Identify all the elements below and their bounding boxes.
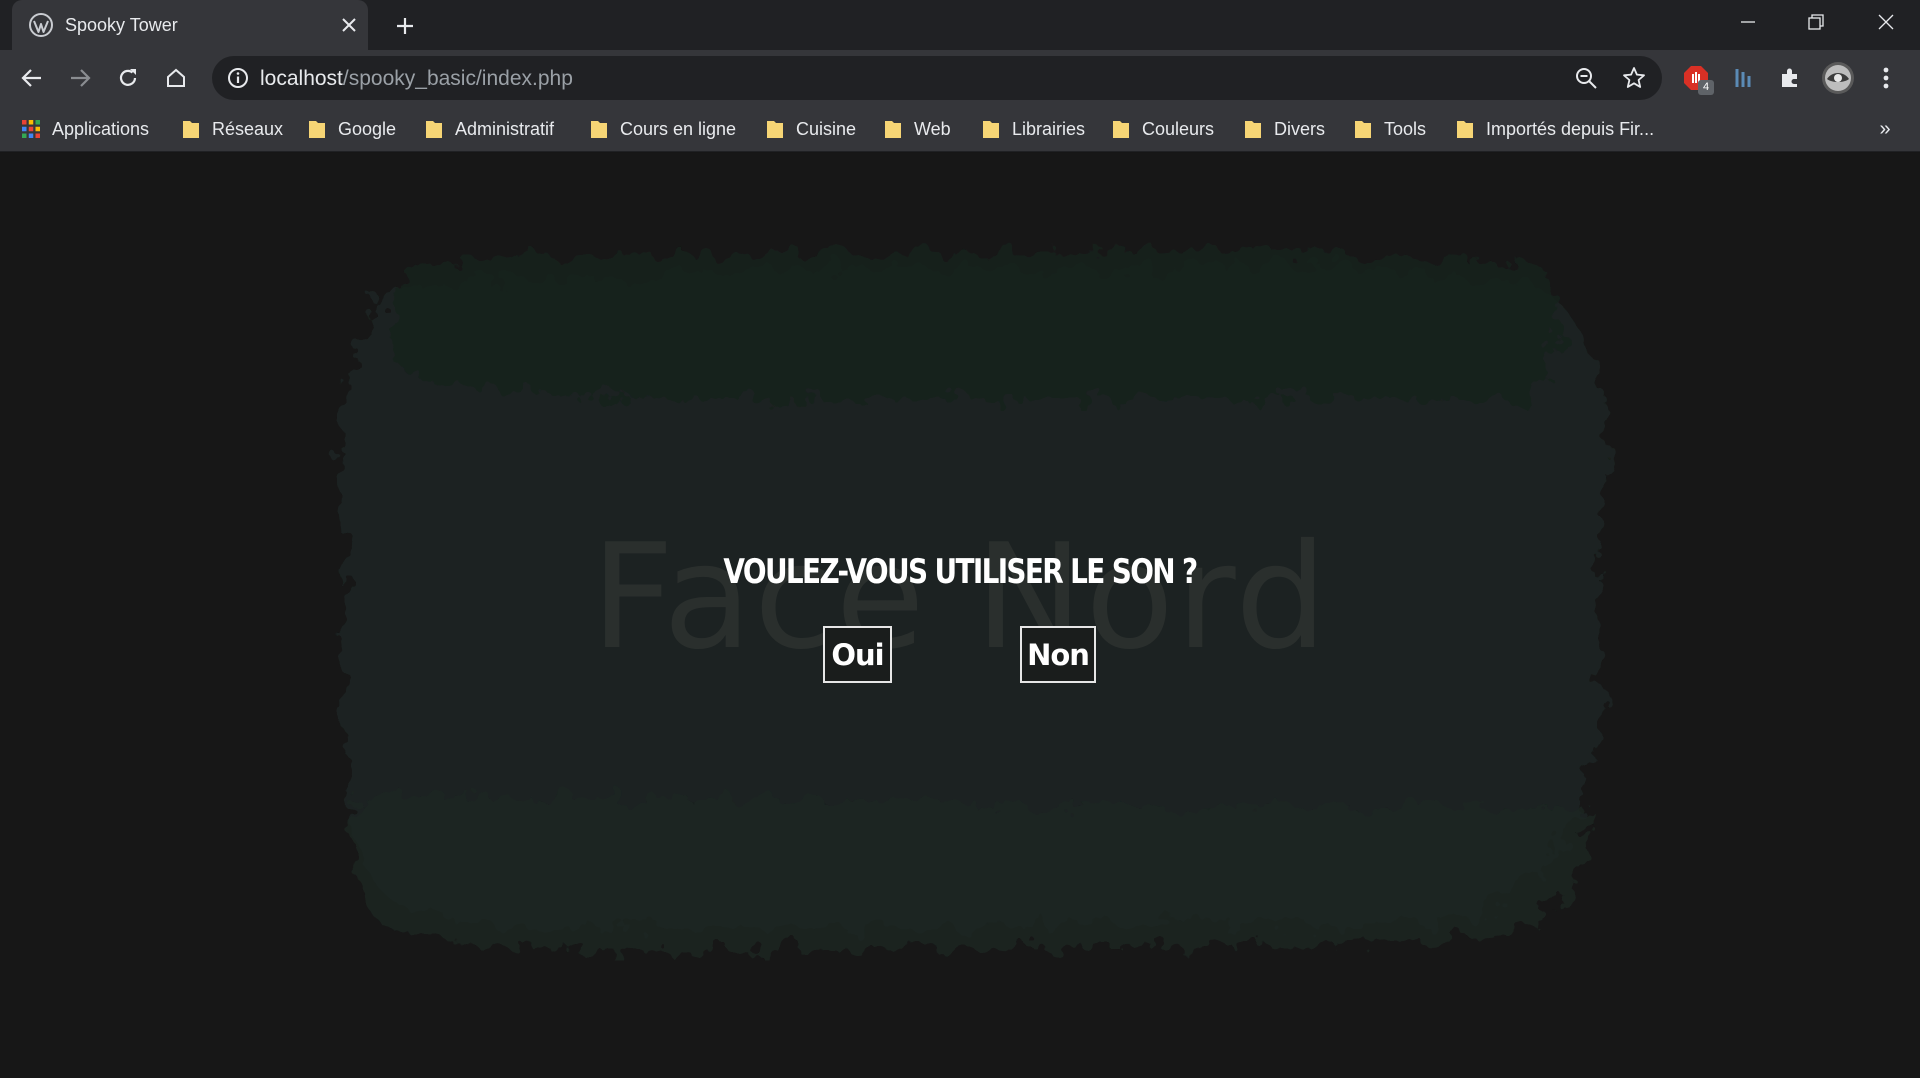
bookmarks-overflow-icon[interactable]: »: [1872, 116, 1898, 142]
wordpress-icon: [29, 13, 53, 37]
minimize-icon[interactable]: [1718, 0, 1778, 44]
bookmark-folder-divers[interactable]: Divers: [1244, 115, 1325, 143]
restore-icon[interactable]: [1786, 0, 1846, 44]
folder-icon: [983, 121, 999, 138]
home-icon[interactable]: [156, 58, 196, 98]
folder-icon: [1457, 121, 1473, 138]
folder-icon: [426, 121, 442, 138]
bookmark-label: Applications: [52, 119, 150, 139]
bookmark-folder-librairies[interactable]: Librairies: [982, 115, 1085, 143]
sound-prompt: VOULEZ-VOUS UTILISER LE SON ?: [723, 552, 1198, 592]
folder-icon: [1245, 121, 1261, 138]
url-path: /spooky_basic/index.php: [342, 67, 573, 90]
folder-icon: [183, 121, 199, 138]
folder-icon: [591, 121, 607, 138]
no-button[interactable]: Non: [1020, 626, 1096, 683]
star-bookmark-icon[interactable]: [1622, 66, 1646, 90]
bookmark-folder-web[interactable]: Web: [884, 115, 951, 143]
folder-icon: [767, 121, 783, 138]
tab-title: Spooky Tower: [65, 15, 178, 35]
folder-icon: [1355, 121, 1371, 138]
browser-toolbar: localhost/spooky_basic/index.php 4: [0, 50, 1920, 106]
bookmark-label: Tools: [1384, 119, 1427, 139]
bookmarks-bar: Applications Réseaux Google Administrati…: [0, 106, 1920, 152]
extension-badge: 4: [1698, 80, 1714, 95]
bookmark-label: Administratif: [455, 119, 555, 139]
bookmark-applications[interactable]: Applications: [22, 115, 149, 143]
tab-close-icon[interactable]: [336, 12, 362, 38]
yes-button[interactable]: Oui: [823, 626, 892, 683]
tab-strip: Spooky Tower: [0, 0, 1920, 50]
address-bar[interactable]: localhost/spooky_basic/index.php: [212, 56, 1662, 100]
back-icon[interactable]: [12, 58, 52, 98]
bookmark-folder-couleurs[interactable]: Couleurs: [1112, 115, 1214, 143]
info-icon[interactable]: [226, 66, 250, 90]
bookmark-folder-tools[interactable]: Tools: [1354, 115, 1426, 143]
puzzle-extensions-icon[interactable]: [1772, 60, 1808, 96]
bookmark-label: Divers: [1274, 119, 1326, 139]
browser-tab[interactable]: Spooky Tower: [12, 0, 368, 50]
close-window-icon[interactable]: [1856, 0, 1916, 44]
zoom-icon[interactable]: [1574, 66, 1598, 90]
bookmark-label: Cours en ligne: [620, 119, 737, 139]
apps-grid-icon: [22, 120, 40, 138]
bookmark-folder-importes[interactable]: Importés depuis Fir...: [1456, 115, 1654, 143]
forward-icon[interactable]: [60, 58, 100, 98]
bookmark-folder-cours-en-ligne[interactable]: Cours en ligne: [590, 115, 736, 143]
bookmark-folder-google[interactable]: Google: [308, 115, 396, 143]
url-host: localhost: [260, 67, 343, 90]
folder-icon: [1113, 121, 1129, 138]
bookmark-label: Google: [338, 119, 397, 139]
chrome-menu-icon[interactable]: [1868, 60, 1904, 96]
bar-chart-extension-icon[interactable]: [1726, 60, 1762, 96]
new-tab-icon[interactable]: [390, 11, 420, 41]
bookmark-label: Réseaux: [212, 119, 284, 139]
profile-avatar[interactable]: [1820, 60, 1856, 96]
bookmark-folder-reseaux[interactable]: Réseaux: [182, 115, 283, 143]
bookmark-folder-administratif[interactable]: Administratif: [425, 115, 554, 143]
folder-icon: [309, 121, 325, 138]
reload-icon[interactable]: [108, 58, 148, 98]
watermark-title: Face Nord: [590, 513, 1330, 682]
adblock-extension-icon[interactable]: 4: [1678, 60, 1714, 96]
bookmark-label: Librairies: [1012, 119, 1086, 139]
bookmark-label: Couleurs: [1142, 119, 1215, 139]
bookmark-label: Web: [914, 119, 951, 139]
bookmark-label: Importés depuis Fir...: [1486, 119, 1655, 139]
folder-icon: [885, 121, 901, 138]
bookmark-label: Cuisine: [796, 119, 857, 139]
game-page: Face Nord VOULEZ-VOUS UTILISER LE SON ? …: [0, 153, 1920, 1078]
url-text[interactable]: localhost/spooky_basic/index.php: [260, 67, 573, 91]
bookmark-folder-cuisine[interactable]: Cuisine: [766, 115, 856, 143]
